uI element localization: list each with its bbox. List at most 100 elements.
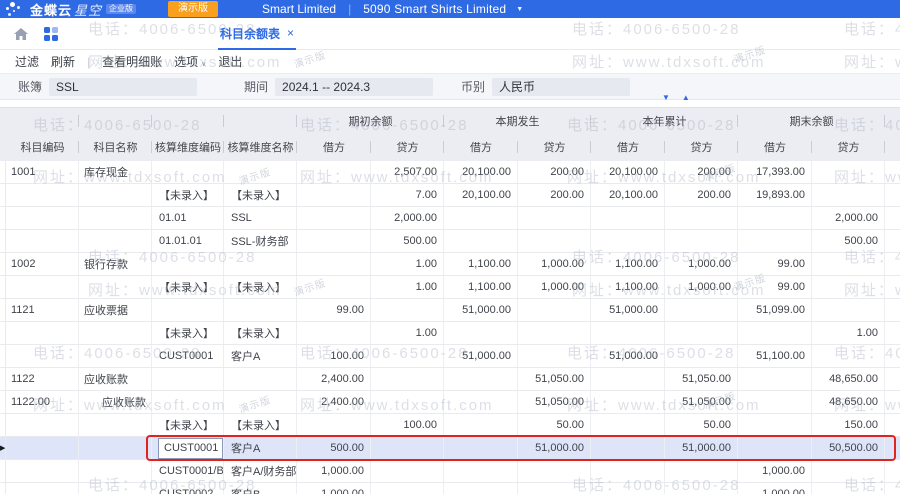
cell[interactable] [518,207,591,229]
table-row[interactable]: 1002银行存款1.001,100.001,000.001,100.001,00… [0,253,900,276]
cell[interactable]: 51,099.00 [738,299,812,321]
cell[interactable] [79,414,152,436]
cell[interactable]: SSL [224,207,297,229]
cell[interactable] [812,161,885,183]
cell[interactable]: 客户B [224,483,297,494]
cell[interactable] [6,437,79,459]
table-row[interactable]: 1001库存现金2,507.0020,100.00200.0020,100.00… [0,161,900,184]
table-row[interactable]: 1121应收票据99.0051,000.0051,000.0051,099.00 [0,299,900,322]
col-debit[interactable]: 借方 [591,133,665,161]
cell[interactable]: 1,100.00 [444,253,518,275]
cell[interactable]: 应收票据 [79,299,152,321]
cell[interactable] [665,460,738,482]
cell[interactable] [79,230,152,252]
table-row[interactable]: 1122.00应收账款2,400.0051,050.0051,050.0048,… [0,391,900,414]
cell[interactable]: 银行存款 [79,253,152,275]
table-row[interactable]: CUST0002客户B1,000.001,000.00 [0,483,900,494]
cell[interactable]: 【未录入】 [224,184,297,206]
cell[interactable]: 48,650.00 [812,368,885,390]
table-row[interactable]: 【未录入】【未录入】1.001.00 [0,322,900,345]
cell[interactable] [738,391,812,413]
cell[interactable]: 1,100.00 [591,253,665,275]
cell[interactable] [738,368,812,390]
col-credit[interactable]: 贷方 [665,133,738,161]
cell[interactable] [518,299,591,321]
cell[interactable]: 1,100.00 [591,276,665,298]
cell[interactable] [79,322,152,344]
cell[interactable] [518,322,591,344]
cell[interactable]: 48,650.00 [812,391,885,413]
cell[interactable]: 客户A [224,345,297,367]
panel-collapse-arrows[interactable]: ▼▲ [662,93,702,102]
cell[interactable] [224,253,297,275]
cell[interactable] [738,414,812,436]
cell[interactable]: 51,000.00 [665,437,738,459]
cell[interactable] [444,230,518,252]
cell[interactable] [6,414,79,436]
cell[interactable] [444,460,518,482]
cell[interactable] [665,299,738,321]
cell[interactable]: 1.00 [371,322,444,344]
cell[interactable] [812,184,885,206]
cell[interactable]: 500.00 [371,230,444,252]
cell[interactable]: 2,400.00 [297,368,371,390]
cell[interactable]: 2,400.00 [297,391,371,413]
cell[interactable] [591,414,665,436]
cell[interactable] [297,230,371,252]
cell[interactable] [591,368,665,390]
cell[interactable]: 51,000.00 [444,345,518,367]
cell[interactable]: 7.00 [371,184,444,206]
filter-button[interactable]: 过滤 [9,53,45,70]
cell[interactable] [591,483,665,494]
table-row[interactable]: CUST0001/BM00客户A/财务部1,000.001,000.00 [0,460,900,483]
cell[interactable]: 客户A [224,437,297,459]
cell[interactable]: 1,000.00 [738,460,812,482]
cell[interactable] [812,483,885,494]
cell[interactable] [371,460,444,482]
cell[interactable]: 01.01.01 [152,230,224,252]
cell[interactable] [371,483,444,494]
currency-field[interactable]: 人民币 [492,78,630,96]
cell[interactable]: 1.00 [812,322,885,344]
cell[interactable] [6,230,79,252]
cell[interactable] [518,345,591,367]
cell[interactable]: 200.00 [665,161,738,183]
cell[interactable] [812,345,885,367]
cell[interactable]: 01.01 [152,207,224,229]
cell[interactable]: 1,000.00 [665,276,738,298]
cell[interactable]: 200.00 [518,184,591,206]
cell[interactable] [591,207,665,229]
cell[interactable]: 库存现金 [79,161,152,183]
cell[interactable] [297,161,371,183]
cell[interactable] [371,368,444,390]
cell[interactable] [738,230,812,252]
cell[interactable]: 20,100.00 [591,161,665,183]
col-account-code[interactable]: 科目编码 [6,133,79,161]
cell[interactable] [224,299,297,321]
org-switcher[interactable]: 5090 Smart Shirts Limited [363,2,506,16]
cell[interactable] [297,276,371,298]
cell[interactable] [518,460,591,482]
group-ytd[interactable]: 本年累计 [591,108,738,133]
cell[interactable] [444,483,518,494]
cell[interactable] [444,414,518,436]
cell[interactable]: 应收账款 [79,368,152,390]
cell[interactable] [812,460,885,482]
cell[interactable] [224,161,297,183]
cell[interactable]: 200.00 [665,184,738,206]
table-row[interactable]: 【未录入】【未录入】1.001,100.001,000.001,100.001,… [0,276,900,299]
cell[interactable]: 客户A/财务部 [224,460,297,482]
cell[interactable]: 51,050.00 [665,368,738,390]
cell[interactable]: 51,050.00 [518,391,591,413]
cell[interactable]: 2,000.00 [371,207,444,229]
cell[interactable]: CUST0001/BM00 [152,460,224,482]
cell[interactable]: 1.00 [371,276,444,298]
cell[interactable] [591,230,665,252]
cell[interactable] [738,207,812,229]
cell[interactable]: 1,100.00 [444,276,518,298]
col-debit[interactable]: 借方 [297,133,371,161]
cell[interactable]: 100.00 [297,345,371,367]
cell[interactable]: 1001 [6,161,79,183]
cell[interactable] [444,368,518,390]
cell[interactable]: 51,000.00 [591,345,665,367]
